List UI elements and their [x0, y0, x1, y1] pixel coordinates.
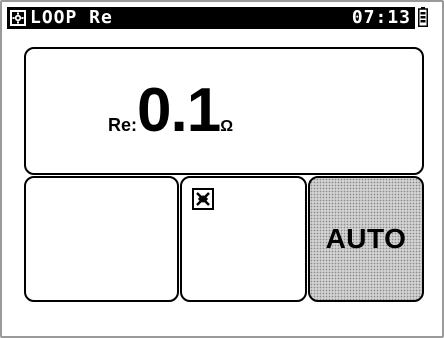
- mode-panel[interactable]: AUTO: [308, 176, 424, 302]
- title-bar: LOOP Re 07:13: [7, 7, 415, 29]
- result-value: 0.1: [137, 76, 221, 145]
- instrument-screen: LOOP Re 07:13 Re:0.1Ω AUTO: [0, 0, 444, 338]
- result-label: Re:: [108, 115, 138, 135]
- battery-icon: [418, 7, 428, 27]
- measurement-result: Re:0.1Ω: [108, 75, 233, 155]
- status-panel: [180, 176, 307, 302]
- rcd-disabled-icon: [192, 188, 214, 210]
- result-unit: Ω: [220, 118, 234, 135]
- auto-mode-label: AUTO: [325, 223, 407, 254]
- sub-result-panel: [24, 176, 179, 302]
- function-title: LOOP Re: [30, 7, 113, 28]
- clock: 07:13: [351, 7, 411, 28]
- result-panel: Re:0.1Ω: [24, 47, 424, 175]
- function-selector-icon[interactable]: [10, 10, 26, 26]
